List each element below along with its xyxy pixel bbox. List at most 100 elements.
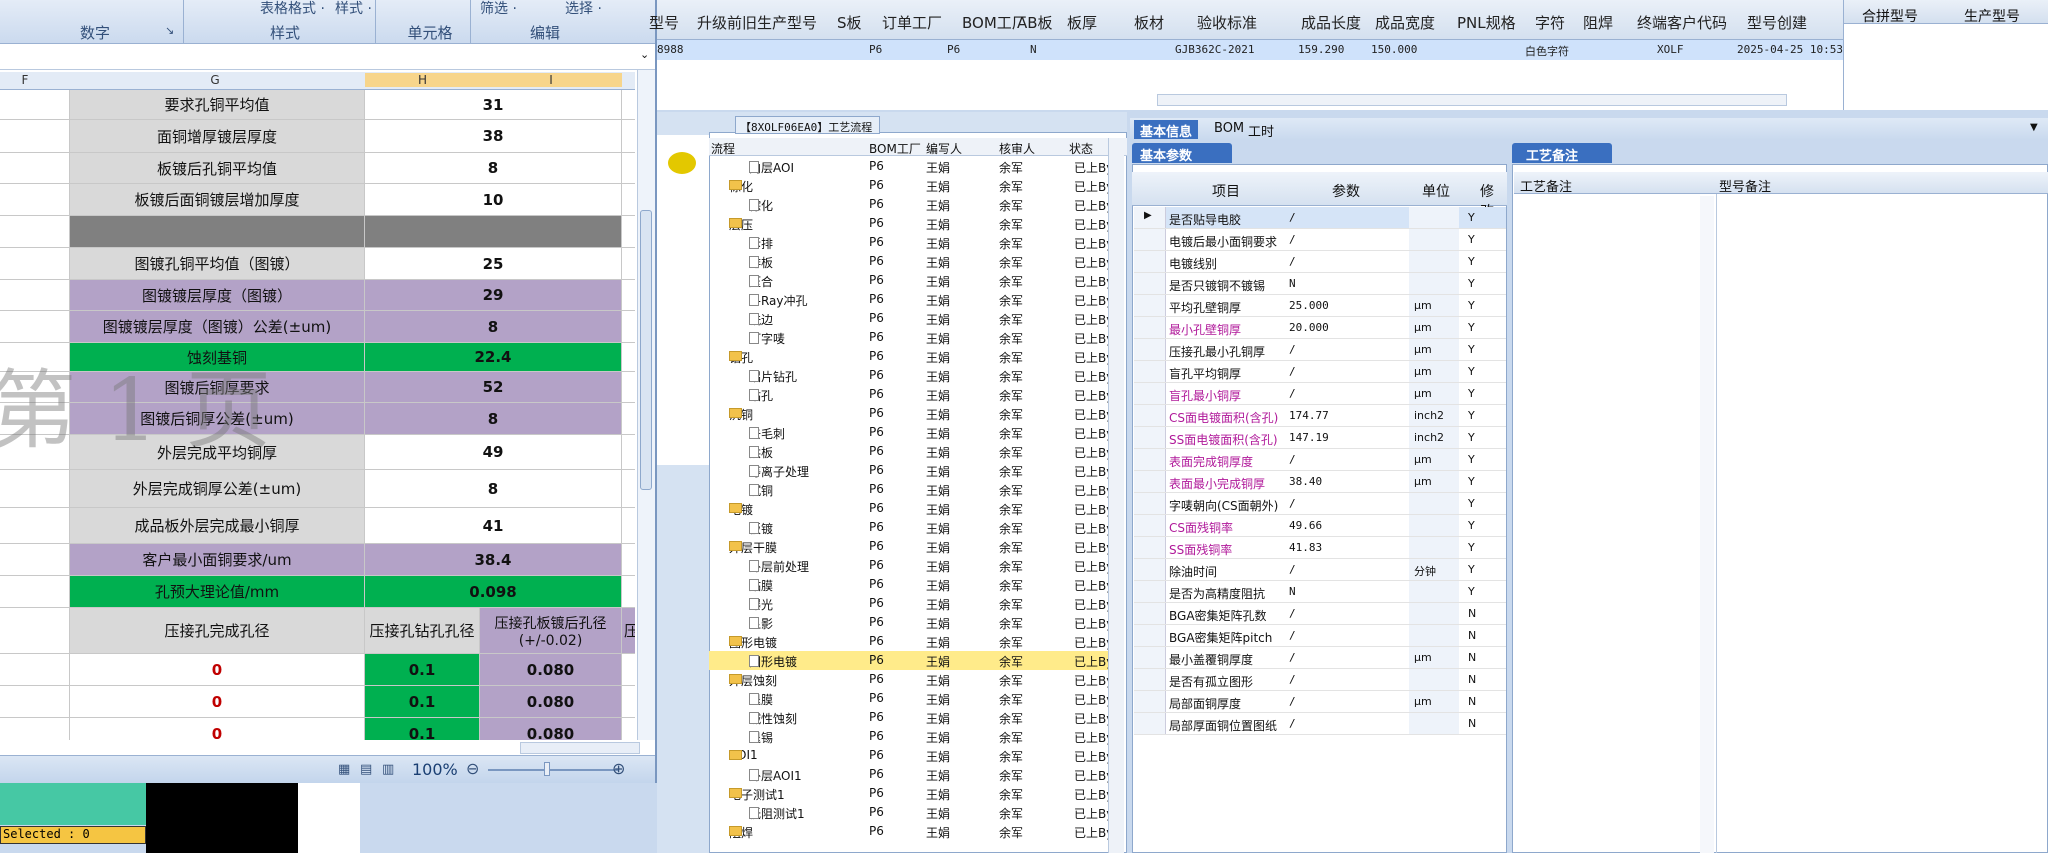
- cell-value[interactable]: 38.4: [365, 544, 622, 575]
- cell-label[interactable]: 板镀后面铜镀层增加厚度: [70, 184, 365, 215]
- cell-f[interactable]: [0, 184, 70, 215]
- sheet-row[interactable]: 要求孔铜平均值 31: [0, 90, 635, 120]
- param-value[interactable]: /: [1289, 651, 1296, 664]
- cell-drill-diameter[interactable]: 0.1: [365, 654, 480, 685]
- cell-f[interactable]: [0, 280, 70, 310]
- param-row[interactable]: 最小孔壁铜厚 20.000 μm Y: [1134, 317, 1506, 339]
- process-row[interactable]: 铝片钻孔 P6 王娟 余军 已上By: [709, 366, 1119, 385]
- col-header-f[interactable]: F: [15, 73, 35, 87]
- param-modify[interactable]: Y: [1468, 585, 1475, 598]
- param-row[interactable]: BGA密集矩阵孔数 / N: [1134, 603, 1506, 625]
- process-row[interactable]: −AOI1P6王娟余军已上By: [709, 746, 1119, 765]
- cell-value[interactable]: 31: [365, 90, 622, 119]
- col-writer[interactable]: 编写人: [926, 140, 962, 157]
- param-value[interactable]: /: [1289, 563, 1296, 576]
- cell-f[interactable]: [0, 248, 70, 279]
- col-header[interactable]: 成品长度: [1301, 12, 1361, 33]
- param-value[interactable]: 174.77: [1289, 409, 1329, 422]
- process-row[interactable]: 曝光 P6 王娟 余军 已上By: [709, 594, 1119, 613]
- filter-button[interactable]: 筛选 ·: [480, 0, 517, 18]
- param-modify[interactable]: Y: [1468, 387, 1475, 400]
- param-value[interactable]: /: [1289, 211, 1296, 224]
- col-header-i[interactable]: I: [480, 73, 622, 87]
- param-value[interactable]: 38.40: [1289, 475, 1322, 488]
- param-row[interactable]: 最小盖覆铜厚度 / μm N: [1134, 647, 1506, 669]
- process-row[interactable]: −电镀P6王娟余军已上By: [709, 499, 1119, 518]
- col-header[interactable]: 型号: [649, 12, 679, 33]
- cell-plated-diameter[interactable]: 0.080: [480, 654, 622, 685]
- param-row[interactable]: ▶ 是否贴导电胶 / Y: [1134, 207, 1506, 229]
- process-row[interactable]: 铣边 P6 王娟 余军 已上By: [709, 309, 1119, 328]
- process-row[interactable]: 烘板 P6 王娟 余军 已上By: [709, 442, 1119, 461]
- param-value[interactable]: /: [1289, 695, 1296, 708]
- sheet-subheader-row[interactable]: 压接孔完成孔径压接孔钻孔孔径压接孔板镀后孔径 (+/-0.02)压: [0, 608, 635, 654]
- cell-label[interactable]: 外层完成铜厚公差(±um): [70, 470, 365, 507]
- param-modify[interactable]: Y: [1468, 343, 1475, 356]
- col-bom-factory[interactable]: BOM工厂: [869, 140, 921, 157]
- cell-f[interactable]: [0, 311, 70, 342]
- param-row[interactable]: SS面电镀面积(含孔) 147.19 inch2 Y: [1134, 427, 1506, 449]
- cell-f[interactable]: [0, 718, 70, 740]
- param-row[interactable]: 表面完成铜厚度 / μm Y: [1134, 449, 1506, 471]
- process-row[interactable]: 退锡 P6 王娟 余军 已上By: [709, 727, 1119, 746]
- page-break-icon[interactable]: ▥: [382, 762, 394, 777]
- process-row[interactable]: −图形电镀P6王娟余军已上By: [709, 632, 1119, 651]
- cell-value[interactable]: 41: [365, 508, 622, 543]
- process-row[interactable]: 显影 P6 王娟 余军 已上By: [709, 613, 1119, 632]
- dropdown-icon[interactable]: ▼: [2030, 122, 2038, 133]
- select-button[interactable]: 选择 ·: [565, 0, 602, 18]
- param-value[interactable]: N: [1289, 277, 1296, 290]
- param-row[interactable]: 表面最小完成铜厚 38.40 μm Y: [1134, 471, 1506, 493]
- cell-drill-diameter[interactable]: 0.1: [365, 686, 480, 717]
- cell-label[interactable]: [70, 216, 365, 247]
- process-row[interactable]: X-Ray冲孔 P6 王娟 余军 已上By: [709, 290, 1119, 309]
- process-row[interactable]: −棕化P6王娟余军已上By: [709, 176, 1119, 195]
- col-header[interactable]: 订单工厂: [882, 12, 942, 33]
- tab-basic-params[interactable]: 基本参数: [1132, 143, 1232, 164]
- cell-f[interactable]: [0, 686, 70, 717]
- param-value[interactable]: /: [1289, 453, 1296, 466]
- zoom-in-icon[interactable]: ⊕: [612, 759, 625, 778]
- param-modify[interactable]: N: [1468, 673, 1476, 686]
- cell-value[interactable]: 8: [365, 311, 622, 342]
- remark-scrollbar[interactable]: [1700, 196, 1714, 853]
- normal-view-icon[interactable]: ▦: [338, 762, 350, 777]
- param-row[interactable]: 局部厚面铜位置图纸 / N: [1134, 713, 1506, 735]
- process-row[interactable]: 退膜 P6 王娟 余军 已上By: [709, 689, 1119, 708]
- process-row[interactable]: 排板 P6 王娟 余军 已上By: [709, 252, 1119, 271]
- process-row[interactable]: 去毛刺 P6 王娟 余军 已上By: [709, 423, 1119, 442]
- param-row[interactable]: 是否只镀铜不镀锡 N Y: [1134, 273, 1506, 295]
- param-modify[interactable]: Y: [1468, 563, 1475, 576]
- param-value[interactable]: N: [1289, 585, 1296, 598]
- zoom-slider[interactable]: [488, 769, 618, 771]
- process-row[interactable]: 低阻测试1 P6 王娟 余军 已上By: [709, 803, 1119, 822]
- process-row[interactable]: −层压P6王娟余军已上By: [709, 214, 1119, 233]
- cell-plated-diameter[interactable]: 0.080: [480, 718, 622, 740]
- zoom-level[interactable]: 100%: [412, 760, 458, 779]
- col-header[interactable]: 型号创建: [1747, 12, 1807, 33]
- param-row[interactable]: 除油时间 / 分钟 Y: [1134, 559, 1506, 581]
- process-row[interactable]: 图形电镀 P6 王娟 余军 已上By: [709, 651, 1119, 670]
- param-modify[interactable]: Y: [1468, 255, 1475, 268]
- cell-label[interactable]: 板镀后孔铜平均值: [70, 153, 365, 183]
- tab-work-hours[interactable]: 工时: [1242, 120, 1280, 140]
- sheet-row[interactable]: 面铜增厚镀层厚度 38: [0, 120, 635, 153]
- param-modify[interactable]: Y: [1468, 475, 1475, 488]
- param-row[interactable]: 电镀后最小面铜要求 / Y: [1134, 229, 1506, 251]
- cell-value[interactable]: 8: [365, 470, 622, 507]
- param-value[interactable]: /: [1289, 607, 1296, 620]
- param-modify[interactable]: Y: [1468, 541, 1475, 554]
- sheet-row[interactable]: 图镀孔铜平均值（图镀） 25: [0, 248, 635, 280]
- col-header[interactable]: 升级前旧生产型号: [697, 12, 817, 33]
- cell-value[interactable]: 22.4: [365, 343, 622, 371]
- sheet-row[interactable]: 板镀后面铜镀层增加厚度 10: [0, 184, 635, 216]
- cell-next-header[interactable]: 压: [622, 608, 635, 653]
- format-as-table-button[interactable]: 表格格式 ·: [260, 0, 325, 18]
- tab-basic-info[interactable]: 基本信息: [1134, 120, 1199, 140]
- cell-value[interactable]: [365, 216, 622, 247]
- param-modify[interactable]: Y: [1468, 277, 1475, 290]
- param-modify[interactable]: Y: [1468, 365, 1475, 378]
- param-row[interactable]: CS面残铜率 49.66 Y: [1134, 515, 1506, 537]
- cell-value[interactable]: 10: [365, 184, 622, 215]
- sheet-row[interactable]: 图镀镀层厚度（图镀）公差(±um) 8: [0, 311, 635, 343]
